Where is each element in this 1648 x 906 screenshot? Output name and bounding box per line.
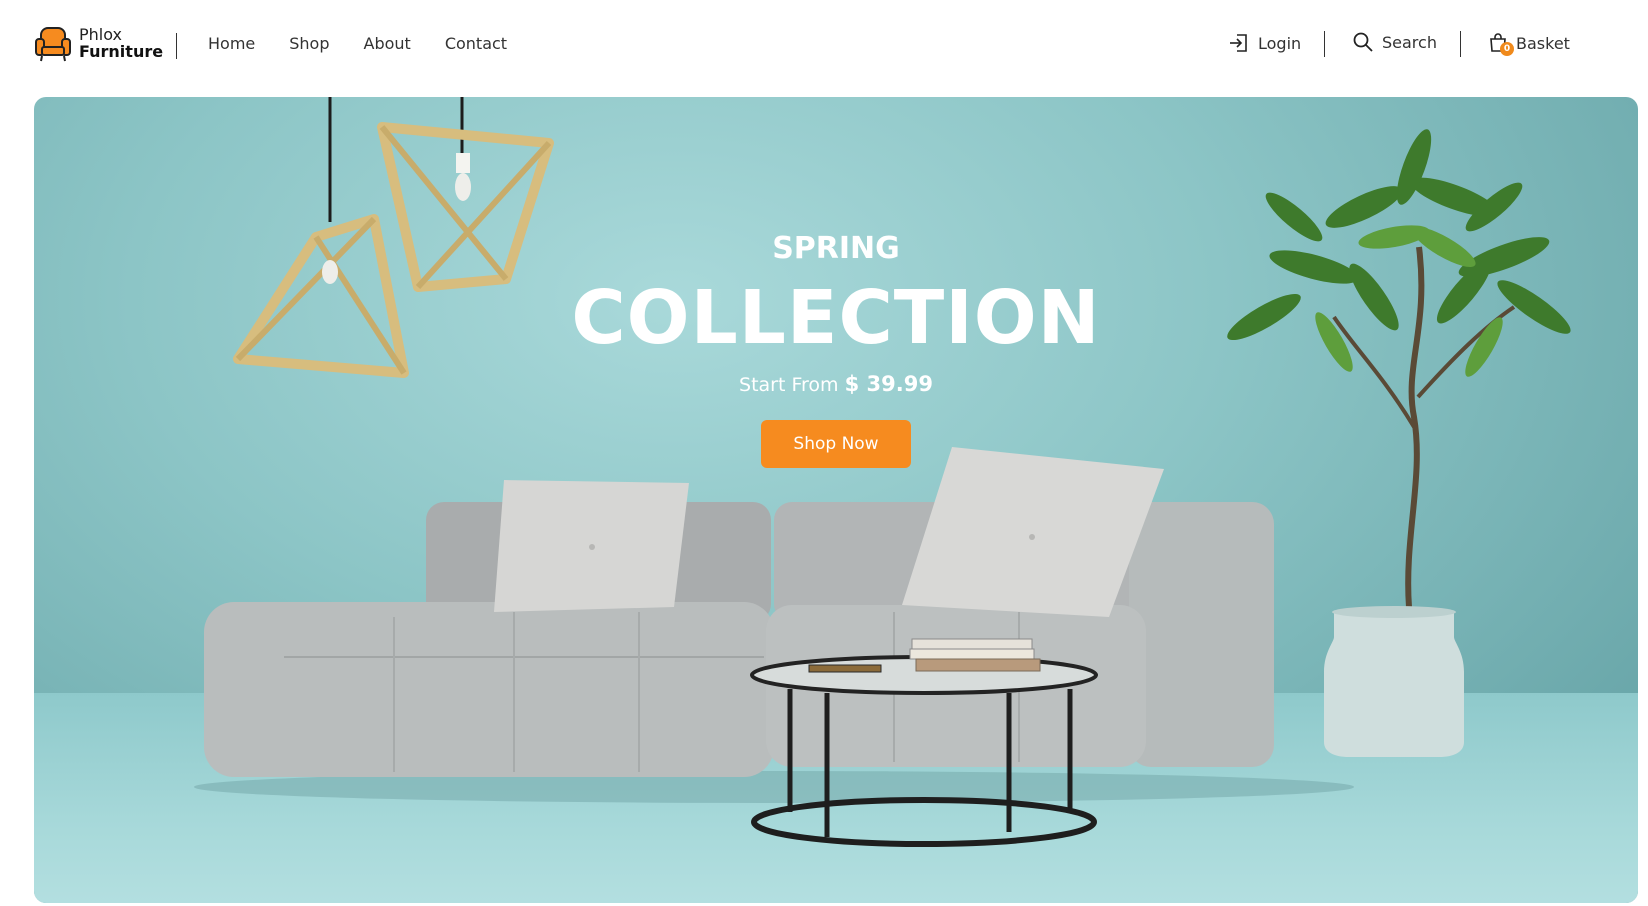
nav-contact[interactable]: Contact [445,34,507,53]
basket-count-badge: 0 [1500,42,1514,56]
hero-illustration [194,97,1571,847]
login-arrow-icon [1230,34,1247,52]
brand-name-line1: Phlox [79,25,122,44]
search-icon [1353,32,1373,52]
search-label: Search [1382,32,1437,52]
nav-about[interactable]: About [364,34,411,53]
nav-home[interactable]: Home [208,34,255,53]
header-divider [176,33,177,59]
login-label: Login [1258,33,1302,53]
login-button[interactable]: Login [1228,32,1301,54]
header-divider [1460,31,1461,57]
main-nav: Home Shop About Contact [208,34,541,53]
sofa-image [194,447,1354,803]
search-button[interactable]: Search [1352,31,1437,53]
brand-logo[interactable]: Phlox Furniture [33,23,163,63]
price-value: $ 39.99 [844,372,933,396]
armchair-logo-icon [35,27,71,62]
hero-eyebrow: SPRING [772,231,900,266]
nav-shop[interactable]: Shop [289,34,329,53]
basket-label: Basket [1516,33,1570,53]
shop-now-button[interactable]: Shop Now [761,420,911,468]
hero-price-line: Start From $ 39.99 [34,372,1638,396]
potted-plant-image [1227,129,1571,757]
basket-button[interactable]: 0 Basket [1488,32,1570,56]
brand-name-line2: Furniture [79,42,164,61]
header-divider [1324,31,1325,57]
hero-banner: SPRING COLLECTION Start From $ 39.99 Sho… [34,97,1638,903]
site-header: Phlox Furniture Home Shop About Contact … [0,0,1648,92]
hero-headline: COLLECTION [571,275,1101,361]
price-prefix: Start From [739,374,839,396]
